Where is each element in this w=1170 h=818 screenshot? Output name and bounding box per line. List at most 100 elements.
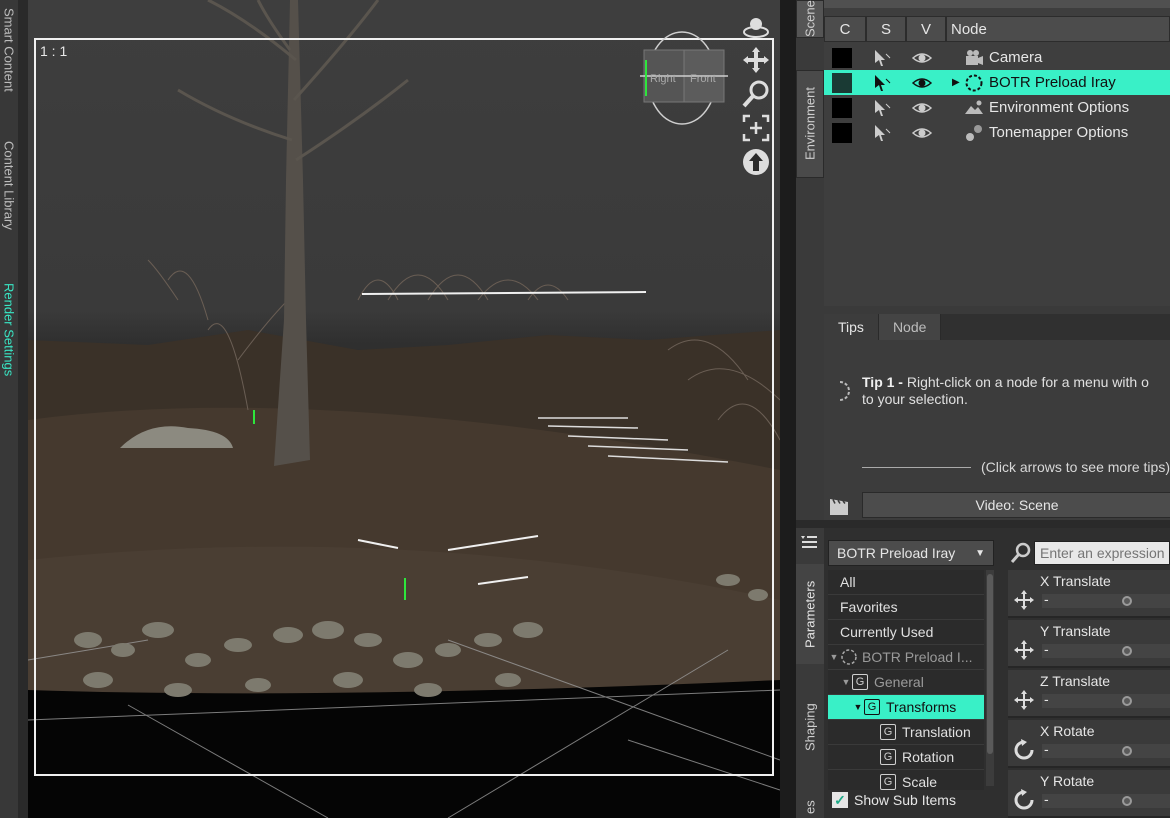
show-sub-items-toggle[interactable]: ✓ Show Sub Items	[832, 792, 956, 808]
property-y-rotate[interactable]: Y Rotate -	[1008, 770, 1170, 818]
scene-row-tonemapper-options[interactable]: Tonemapper Options	[824, 120, 1170, 145]
color-swatch[interactable]	[832, 72, 852, 93]
column-v[interactable]: V	[906, 16, 946, 42]
scrollbar-thumb[interactable]	[987, 574, 993, 754]
tip-body-line1: Right-click on a node for a menu with o	[906, 374, 1149, 390]
column-s[interactable]: S	[866, 16, 906, 42]
pane-divider[interactable]	[780, 0, 796, 818]
node-selector-dropdown[interactable]: BOTR Preload Iray ▼	[828, 540, 994, 566]
tip-text: Tip 1 - Right-click on a node for a menu…	[862, 374, 1170, 408]
tonemapper-icon	[966, 124, 982, 141]
tip-body-line2: to your selection.	[862, 391, 968, 407]
translate-icon	[1014, 640, 1034, 660]
tab-parameters[interactable]: Parameters	[796, 564, 824, 664]
tree-item-transforms[interactable]: ▼ G Transforms	[828, 695, 984, 720]
search-icon[interactable]	[1008, 540, 1034, 566]
parameters-panel: BOTR Preload Iray ▼ All Favorites Curren…	[824, 528, 1170, 818]
scene-row-environment-options[interactable]: Environment Options	[824, 95, 1170, 120]
scene-tips-splitter[interactable]	[824, 306, 1170, 314]
property-label: Y Rotate	[1040, 773, 1095, 789]
search-input[interactable]	[1034, 541, 1170, 565]
frame-icon[interactable]	[740, 112, 772, 144]
slider-knob[interactable]	[1122, 646, 1132, 656]
selectable-arrow-icon[interactable]	[872, 123, 892, 143]
tree-item-scale[interactable]: G Scale	[828, 770, 984, 790]
scene-row-camera[interactable]: Camera	[824, 45, 1170, 70]
collapse-arrow-icon[interactable]: ▼	[828, 652, 840, 662]
scene-column-header: C S V Node	[824, 16, 1170, 42]
tree-scrollbar[interactable]	[986, 570, 994, 786]
column-node[interactable]: Node	[946, 16, 1170, 42]
checkbox-checked-icon[interactable]: ✓	[832, 792, 848, 808]
group-g-icon: G	[880, 724, 896, 740]
property-z-translate[interactable]: Z Translate -	[1008, 670, 1170, 718]
slider-knob[interactable]	[1122, 746, 1132, 756]
property-label: X Translate	[1040, 573, 1111, 589]
slider-knob[interactable]	[1122, 796, 1132, 806]
tree-item-rotation[interactable]: G Rotation	[828, 745, 984, 770]
pane-menu-icon[interactable]	[800, 534, 818, 550]
property-slider[interactable]: -	[1042, 741, 1170, 758]
orbit-icon[interactable]	[740, 10, 772, 42]
pan-icon[interactable]	[740, 44, 772, 76]
tree-item-botr-node[interactable]: ▼ BOTR Preload I...	[828, 645, 984, 670]
expand-arrow-icon[interactable]: ▶	[952, 77, 960, 88]
tab-scene[interactable]: Scene	[796, 0, 824, 38]
video-scene-button[interactable]: Video: Scene	[862, 492, 1170, 518]
selectable-arrow-icon[interactable]	[872, 98, 892, 118]
column-c[interactable]: C	[824, 16, 866, 42]
camera-icon	[966, 49, 983, 65]
group-g-icon: G	[880, 774, 896, 790]
color-swatch[interactable]	[832, 47, 852, 68]
tab-environment[interactable]: Environment	[796, 70, 824, 178]
clapperboard-icon[interactable]	[828, 496, 850, 516]
tab-content-library[interactable]: Content Library	[0, 120, 18, 250]
node-selector-value: BOTR Preload Iray	[837, 545, 956, 561]
group-node-icon	[965, 74, 983, 91]
property-x-rotate[interactable]: X Rotate -	[1008, 720, 1170, 768]
collapse-arrow-icon[interactable]: ▼	[852, 702, 864, 712]
visibility-eye-icon[interactable]	[912, 98, 932, 118]
3d-viewport[interactable]: 1 : 1 Right Front	[28, 0, 780, 818]
property-slider[interactable]: -	[1042, 591, 1170, 608]
rotate-icon	[1014, 789, 1034, 810]
selectable-arrow-icon[interactable]	[872, 73, 892, 93]
tab-smart-content[interactable]: Smart Content	[0, 0, 18, 100]
property-slider[interactable]: -	[1042, 691, 1170, 708]
visibility-eye-icon[interactable]	[912, 123, 932, 143]
tab-node[interactable]: Node	[878, 314, 942, 340]
tab-tips[interactable]: Tips	[824, 314, 879, 340]
more-tips-row[interactable]: (Click arrows to see more tips)	[862, 459, 1170, 475]
tab-render-settings[interactable]: Render Settings	[0, 270, 18, 390]
scene-row-botr-preload-iray[interactable]: ▶ BOTR Preload Iray	[824, 70, 1170, 95]
tree-item-all[interactable]: All	[828, 570, 984, 595]
tab-shaping[interactable]: Shaping	[796, 692, 824, 762]
property-x-translate[interactable]: X Translate -	[1008, 570, 1170, 618]
group-node-icon	[841, 649, 857, 665]
property-slider[interactable]: -	[1042, 641, 1170, 658]
property-y-translate[interactable]: Y Translate -	[1008, 620, 1170, 668]
visibility-eye-icon[interactable]	[912, 73, 932, 93]
tree-item-favorites[interactable]: Favorites	[828, 595, 984, 620]
view-cube[interactable]: Right Front	[636, 30, 728, 126]
visibility-eye-icon[interactable]	[912, 48, 932, 68]
tree-item-translation[interactable]: G Translation	[828, 720, 984, 745]
tree-item-general[interactable]: ▼ G General	[828, 670, 984, 695]
tip-loading-icon	[839, 381, 850, 401]
slider-knob[interactable]	[1122, 696, 1132, 706]
selectable-arrow-icon[interactable]	[872, 48, 892, 68]
reset-view-icon[interactable]	[740, 146, 772, 178]
viewport-nav-tools	[740, 10, 776, 180]
slider-knob[interactable]	[1122, 596, 1132, 606]
left-tab-strip: Smart Content Content Library Render Set…	[0, 0, 18, 818]
collapse-arrow-icon[interactable]: ▼	[840, 677, 852, 687]
tab-other[interactable]: es	[796, 796, 824, 818]
color-swatch[interactable]	[832, 97, 852, 118]
tip-title: Tip 1 -	[862, 374, 903, 390]
property-slider[interactable]: -	[1042, 791, 1170, 808]
zoom-icon[interactable]	[740, 78, 772, 110]
property-group-tree: All Favorites Currently Used ▼ BOTR Prel…	[828, 570, 984, 790]
tree-item-currently-used[interactable]: Currently Used	[828, 620, 984, 645]
color-swatch[interactable]	[832, 122, 852, 143]
scene-pane-tabs: Scene Environment	[796, 0, 824, 520]
